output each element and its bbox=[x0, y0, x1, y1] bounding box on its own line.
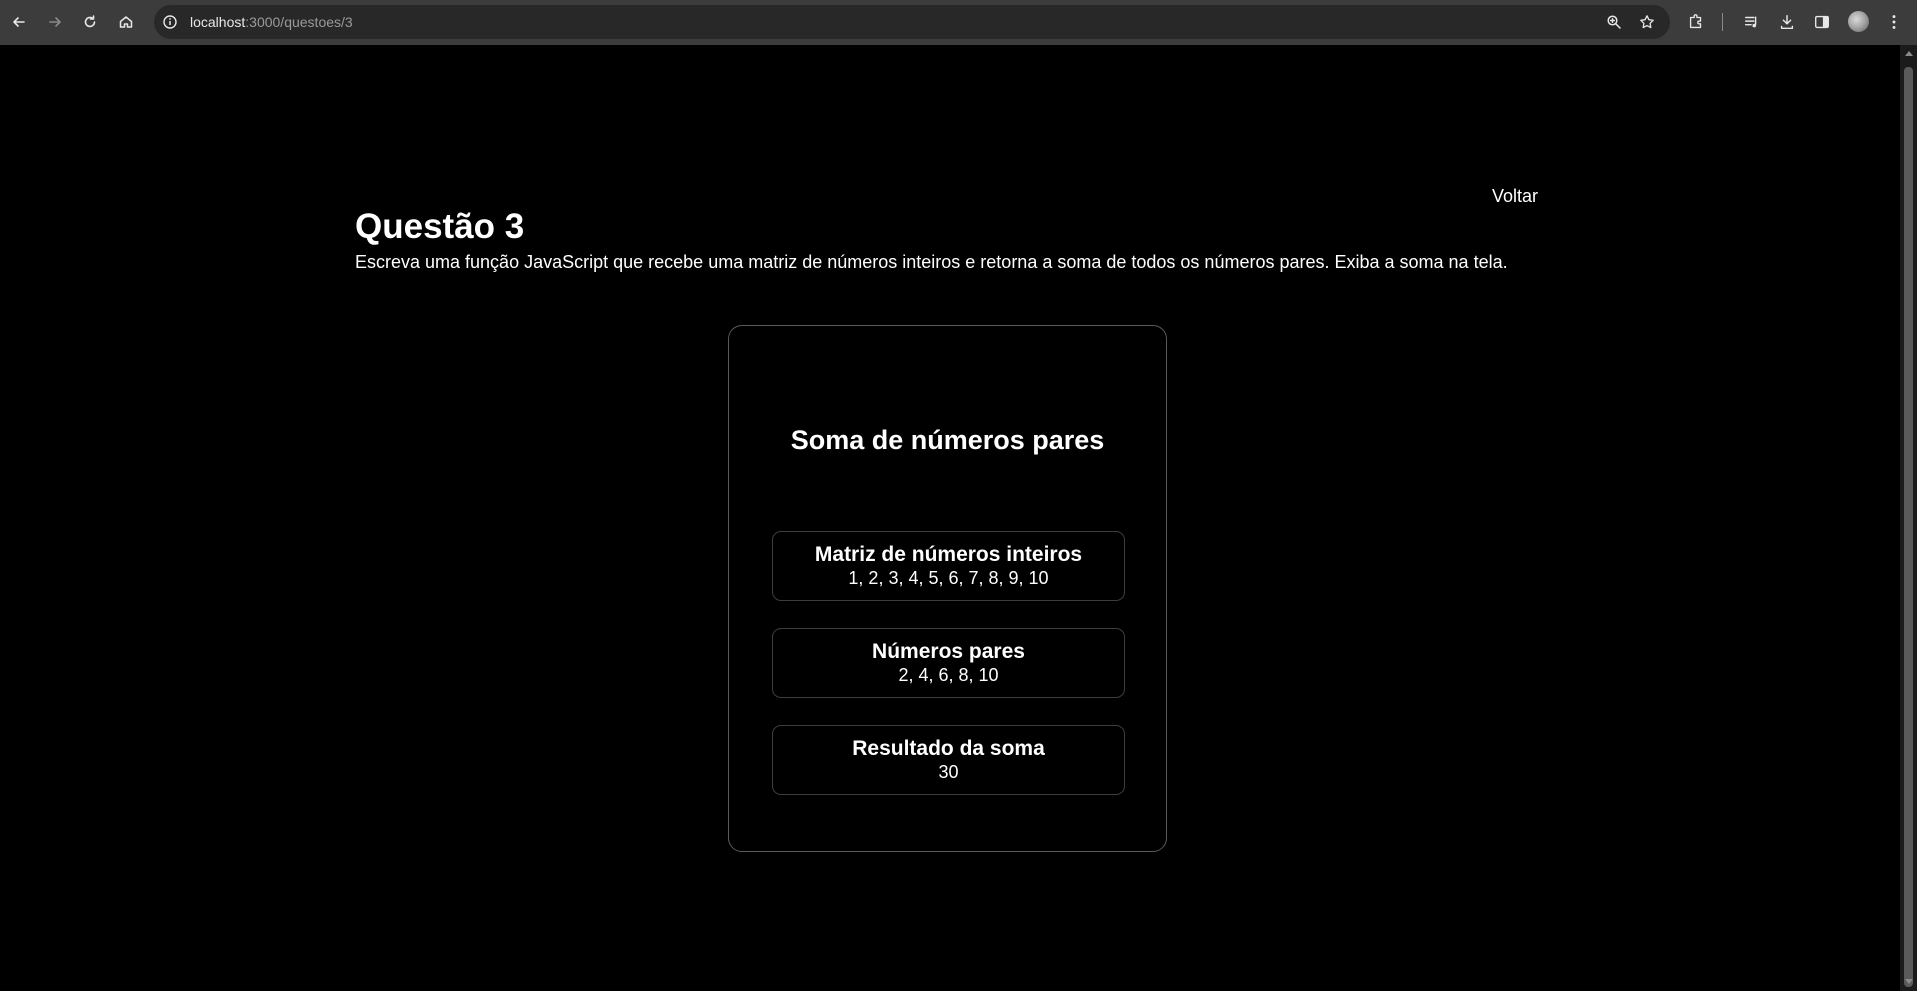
home-icon[interactable] bbox=[114, 10, 138, 34]
integer-array-box: Matriz de números inteiros 1, 2, 3, 4, 5… bbox=[772, 531, 1125, 601]
vertical-scrollbar[interactable] bbox=[1900, 45, 1917, 991]
zoom-icon[interactable] bbox=[1605, 13, 1623, 31]
scrollbar-thumb[interactable] bbox=[1904, 67, 1913, 987]
toolbar-divider bbox=[1722, 13, 1723, 31]
even-numbers-box: Números pares 2, 4, 6, 8, 10 bbox=[772, 628, 1125, 698]
bookmark-star-icon[interactable] bbox=[1638, 13, 1656, 31]
browser-toolbar: localhost:3000/questoes/3 bbox=[0, 0, 1917, 45]
extensions-icon[interactable] bbox=[1686, 12, 1706, 32]
box-value: 1, 2, 3, 4, 5, 6, 7, 8, 9, 10 bbox=[848, 568, 1049, 588]
back-arrow-icon[interactable] bbox=[7, 10, 31, 34]
box-value: 30 bbox=[938, 762, 959, 782]
result-card: Soma de números pares Matriz de números … bbox=[728, 325, 1167, 852]
question-description: Escreva uma função JavaScript que recebe… bbox=[355, 252, 1508, 272]
page-content: Voltar Questão 3 Escreva uma função Java… bbox=[0, 45, 1900, 991]
card-title: Soma de números pares bbox=[790, 425, 1105, 455]
forward-arrow-icon[interactable] bbox=[43, 10, 67, 34]
box-value: 2, 4, 6, 8, 10 bbox=[898, 665, 999, 685]
box-label: Resultado da soma bbox=[852, 737, 1045, 760]
side-panel-icon[interactable] bbox=[1812, 12, 1832, 32]
address-bar[interactable]: localhost:3000/questoes/3 bbox=[154, 5, 1670, 39]
url-text[interactable]: localhost:3000/questoes/3 bbox=[190, 14, 353, 30]
site-info-icon[interactable] bbox=[162, 14, 178, 30]
box-label: Números pares bbox=[872, 640, 1025, 663]
menu-kebab-icon[interactable] bbox=[1884, 12, 1904, 32]
scroll-down-icon[interactable] bbox=[1905, 979, 1913, 984]
page-title: Questão 3 bbox=[355, 207, 525, 246]
box-label: Matriz de números inteiros bbox=[814, 543, 1083, 566]
reload-icon[interactable] bbox=[78, 10, 102, 34]
sum-result-box: Resultado da soma 30 bbox=[772, 725, 1125, 795]
back-link[interactable]: Voltar bbox=[1492, 186, 1538, 207]
profile-avatar[interactable] bbox=[1848, 11, 1869, 32]
download-icon[interactable] bbox=[1777, 12, 1797, 32]
scroll-up-icon[interactable] bbox=[1905, 51, 1913, 56]
media-queue-icon[interactable] bbox=[1742, 12, 1762, 32]
